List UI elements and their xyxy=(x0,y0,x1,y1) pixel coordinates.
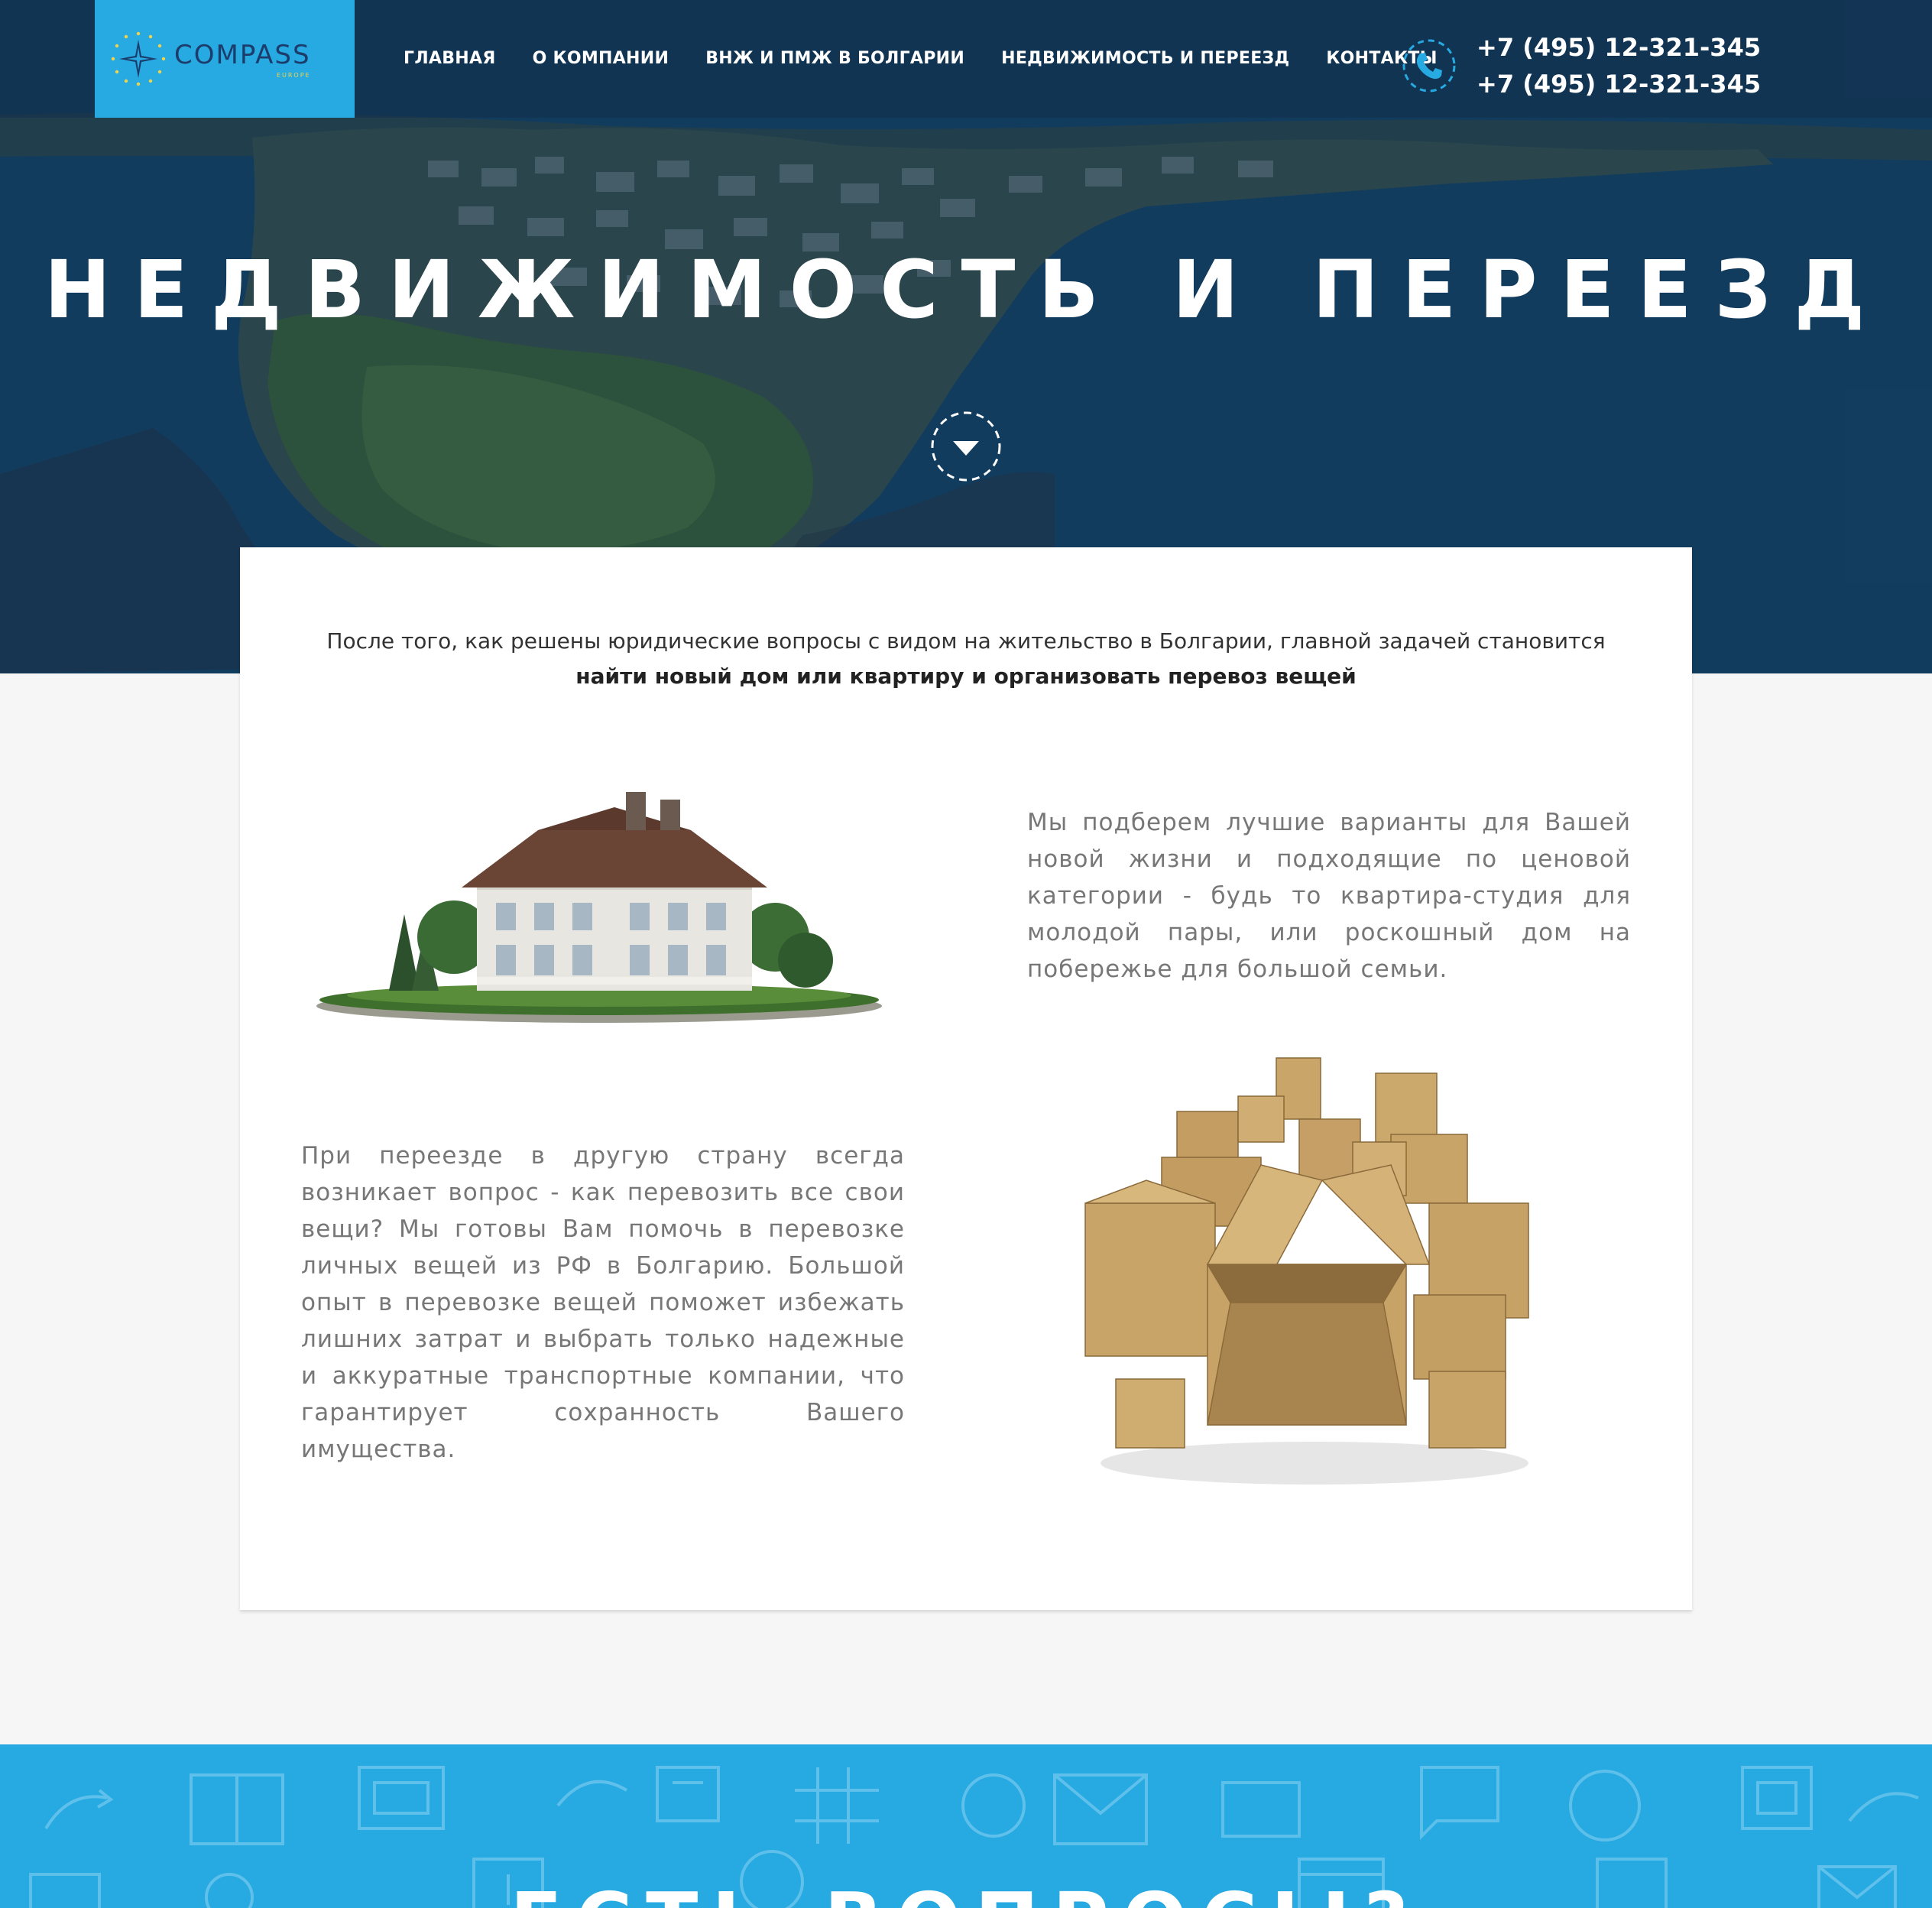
phone-icon xyxy=(1402,39,1456,92)
compass-logo-icon xyxy=(111,31,166,86)
intro-line: После того, как решены юридические вопро… xyxy=(326,628,1606,654)
nav-item-home[interactable]: ГЛАВНАЯ xyxy=(404,49,496,68)
intro-highlight: найти новый дом или квартиру и организов… xyxy=(575,664,1357,689)
page-title: НЕДВИЖИМОСТЬ И ПЕРЕЕЗД xyxy=(44,243,1888,336)
questions-section: ЕСТЬ ВОПРОСЫ? xyxy=(0,1744,1932,1908)
nav-item-about[interactable]: О КОМПАНИИ xyxy=(533,49,669,68)
phone-numbers: +7 (495) 12-321-345 +7 (495) 12-321-345 xyxy=(1477,29,1761,102)
content-card: После того, как решены юридические вопро… xyxy=(240,547,1692,1610)
intro-text: После того, как решены юридические вопро… xyxy=(240,624,1692,694)
nav-item-real-estate[interactable]: НЕДВИЖИМОСТЬ И ПЕРЕЕЗД xyxy=(1001,49,1289,68)
questions-title: ЕСТЬ ВОПРОСЫ? xyxy=(0,1876,1932,1908)
phone-number-2[interactable]: +7 (495) 12-321-345 xyxy=(1477,66,1761,102)
moving-text: При переезде в другую страну всегда возн… xyxy=(301,1142,905,1463)
chevron-down-icon[interactable] xyxy=(929,410,1003,483)
top-navigation-bar: COMPASS EUROPE ГЛАВНАЯ О КОМПАНИИ ВНЖ И … xyxy=(0,0,1932,118)
main-nav: ГЛАВНАЯ О КОМПАНИИ ВНЖ И ПМЖ В БОЛГАРИИ … xyxy=(404,49,1474,68)
logo[interactable]: COMPASS EUROPE xyxy=(95,0,355,118)
phone-number-1[interactable]: +7 (495) 12-321-345 xyxy=(1477,29,1761,66)
house-illustration xyxy=(316,792,882,1023)
nav-item-residency[interactable]: ВНЖ И ПМЖ В БОЛГАРИИ xyxy=(705,49,964,68)
logo-subtitle: EUROPE xyxy=(276,71,311,79)
logo-title: COMPASS xyxy=(174,39,311,70)
boxes-illustration xyxy=(1084,1057,1529,1485)
real-estate-text: Мы подберем лучшие варианты для Вашей но… xyxy=(1027,809,1631,983)
